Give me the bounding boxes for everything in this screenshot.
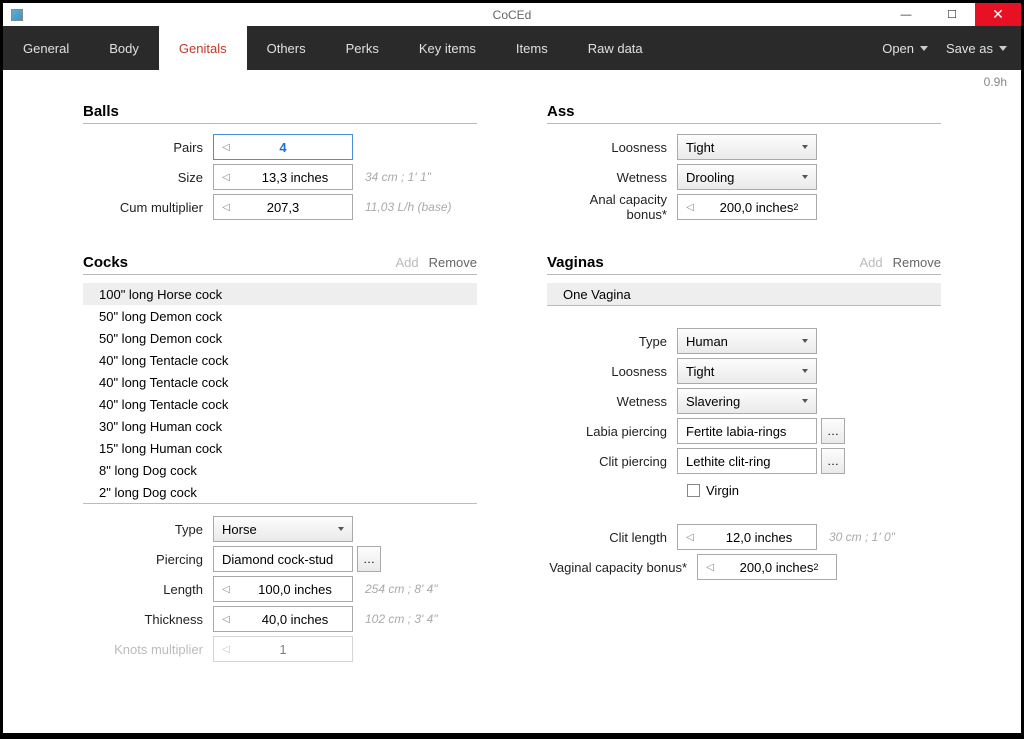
- piercing-picker-button[interactable]: …: [357, 546, 381, 572]
- type-select[interactable]: Human: [677, 328, 817, 354]
- clit-length-input[interactable]: ◁12,0 inches: [677, 524, 817, 550]
- chevron-down-icon: [802, 399, 808, 403]
- list-item[interactable]: 40" long Tentacle cock: [83, 349, 477, 371]
- section-vaginas: Vaginas AddRemove One Vagina Type Human …: [547, 254, 941, 582]
- labia-piercing-value[interactable]: Fertite labia-rings: [677, 418, 817, 444]
- list-item[interactable]: 2" long Dog cock: [83, 481, 477, 503]
- section-title: Cocks: [83, 254, 128, 271]
- chevron-down-icon: [999, 46, 1007, 51]
- maximize-button[interactable]: ☐: [929, 3, 975, 26]
- tab-raw-data[interactable]: Raw data: [568, 26, 663, 70]
- list-item[interactable]: One Vagina: [547, 283, 941, 305]
- tab-body[interactable]: Body: [89, 26, 159, 70]
- section-balls: Balls Pairs ◁4 Size ◁13,3 inches 34 cm ;…: [83, 103, 477, 222]
- app-icon: [11, 9, 23, 21]
- length-input[interactable]: ◁100,0 inches: [213, 576, 353, 602]
- size-input[interactable]: ◁13,3 inches: [213, 164, 353, 190]
- cum-multiplier-input[interactable]: ◁207,3: [213, 194, 353, 220]
- checkbox-icon: [687, 484, 700, 497]
- clit-picker-button[interactable]: …: [821, 448, 845, 474]
- tab-perks[interactable]: Perks: [326, 26, 399, 70]
- remove-button[interactable]: Remove: [893, 255, 941, 270]
- tab-genitals[interactable]: Genitals: [159, 26, 247, 70]
- menubar: GeneralBodyGenitalsOthersPerksKey itemsI…: [3, 26, 1021, 70]
- remove-button[interactable]: Remove: [429, 255, 477, 270]
- list-item[interactable]: 15" long Human cock: [83, 437, 477, 459]
- list-item[interactable]: 40" long Tentacle cock: [83, 393, 477, 415]
- section-title: Balls: [83, 103, 119, 120]
- chevron-down-icon: [802, 175, 808, 179]
- list-item[interactable]: 40" long Tentacle cock: [83, 371, 477, 393]
- labia-picker-button[interactable]: …: [821, 418, 845, 444]
- anal-capacity-input[interactable]: ◁200,0 inches2: [677, 194, 817, 220]
- chevron-down-icon: [802, 369, 808, 373]
- window-title: CoCEd: [493, 8, 532, 22]
- tab-general[interactable]: General: [3, 26, 89, 70]
- virgin-checkbox[interactable]: Virgin: [687, 476, 941, 504]
- pairs-input[interactable]: ◁4: [213, 134, 353, 160]
- wetness-select[interactable]: Slavering: [677, 388, 817, 414]
- open-menu[interactable]: Open: [882, 41, 928, 56]
- type-select[interactable]: Horse: [213, 516, 353, 542]
- chevron-down-icon: [802, 145, 808, 149]
- section-title: Ass: [547, 103, 575, 120]
- vaginas-list: One Vagina: [547, 283, 941, 306]
- section-ass: Ass Loosness Tight Wetness Drooling Anal…: [547, 103, 941, 222]
- piercing-value[interactable]: Diamond cock-stud: [213, 546, 353, 572]
- add-button[interactable]: Add: [395, 255, 418, 270]
- saveas-menu[interactable]: Save as: [946, 41, 1007, 56]
- tab-key-items[interactable]: Key items: [399, 26, 496, 70]
- tab-others[interactable]: Others: [247, 26, 326, 70]
- loosness-select[interactable]: Tight: [677, 134, 817, 160]
- section-cocks: Cocks AddRemove 100" long Horse cock50" …: [83, 254, 477, 664]
- list-item[interactable]: 8" long Dog cock: [83, 459, 477, 481]
- minimize-button[interactable]: —: [883, 3, 929, 26]
- chevron-down-icon: [920, 46, 928, 51]
- close-button[interactable]: ✕: [975, 3, 1021, 26]
- vaginal-capacity-input[interactable]: ◁200,0 inches2: [697, 554, 837, 580]
- wetness-select[interactable]: Drooling: [677, 164, 817, 190]
- clit-piercing-value[interactable]: Lethite clit-ring: [677, 448, 817, 474]
- list-item[interactable]: 30" long Human cock: [83, 415, 477, 437]
- add-button[interactable]: Add: [859, 255, 882, 270]
- chevron-down-icon: [338, 527, 344, 531]
- list-item[interactable]: 100" long Horse cock: [83, 283, 477, 305]
- tab-items[interactable]: Items: [496, 26, 568, 70]
- thickness-input[interactable]: ◁40,0 inches: [213, 606, 353, 632]
- knots-input: ◁1: [213, 636, 353, 662]
- list-item[interactable]: 50" long Demon cock: [83, 305, 477, 327]
- section-title: Vaginas: [547, 254, 604, 271]
- chevron-down-icon: [802, 339, 808, 343]
- cocks-list: 100" long Horse cock50" long Demon cock5…: [83, 283, 477, 504]
- list-item[interactable]: 50" long Demon cock: [83, 327, 477, 349]
- loosness-select[interactable]: Tight: [677, 358, 817, 384]
- titlebar: CoCEd — ☐ ✕: [3, 3, 1021, 26]
- version-label: 0.9h: [984, 75, 1007, 89]
